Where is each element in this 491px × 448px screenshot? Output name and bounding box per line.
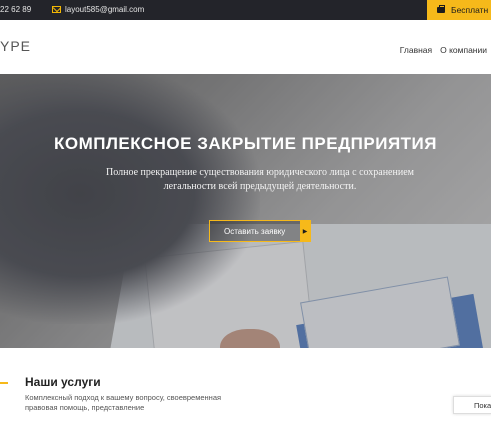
cta-label: Бесплатн bbox=[451, 5, 489, 15]
site-header: YPE Главная О компании bbox=[0, 20, 491, 74]
top-bar: 22 62 89 layout585@gmail.com Бесплатн bbox=[0, 0, 491, 20]
mail-icon bbox=[52, 6, 61, 13]
services-section: Наши услуги Комплексный подход к вашему … bbox=[0, 348, 491, 448]
hero-subtitle: Полное прекращение существования юридиче… bbox=[106, 167, 414, 192]
show-button[interactable]: Пока bbox=[453, 396, 491, 414]
logo[interactable]: YPE bbox=[0, 38, 31, 54]
phone-number[interactable]: 22 62 89 bbox=[0, 5, 31, 14]
leave-request-label: Оставить заявку bbox=[224, 226, 286, 236]
nav-item-home[interactable]: Главная bbox=[400, 45, 432, 55]
leave-request-button[interactable]: Оставить заявку ▶ bbox=[209, 220, 311, 242]
free-consultation-button[interactable]: Бесплатн bbox=[427, 0, 491, 20]
email-contact[interactable]: layout585@gmail.com bbox=[52, 5, 144, 14]
services-title: Наши услуги bbox=[25, 375, 101, 389]
hero-banner: КОМПЛЕКСНОЕ ЗАКРЫТИЕ ПРЕДПРИЯТИЯ Полное … bbox=[0, 74, 491, 348]
hero-overlay bbox=[0, 74, 491, 348]
briefcase-icon bbox=[437, 5, 445, 13]
hero-title: КОМПЛЕКСНОЕ ЗАКРЫТИЕ ПРЕДПРИЯТИЯ bbox=[53, 134, 437, 153]
section-accent-line bbox=[0, 382, 8, 384]
arrow-right-icon: ▶ bbox=[300, 221, 310, 241]
email-text: layout585@gmail.com bbox=[65, 5, 145, 14]
main-nav: Главная О компании bbox=[400, 45, 487, 55]
services-description: Комплексный подход к вашему вопросу, сво… bbox=[25, 393, 222, 412]
nav-item-about[interactable]: О компании bbox=[440, 45, 487, 55]
